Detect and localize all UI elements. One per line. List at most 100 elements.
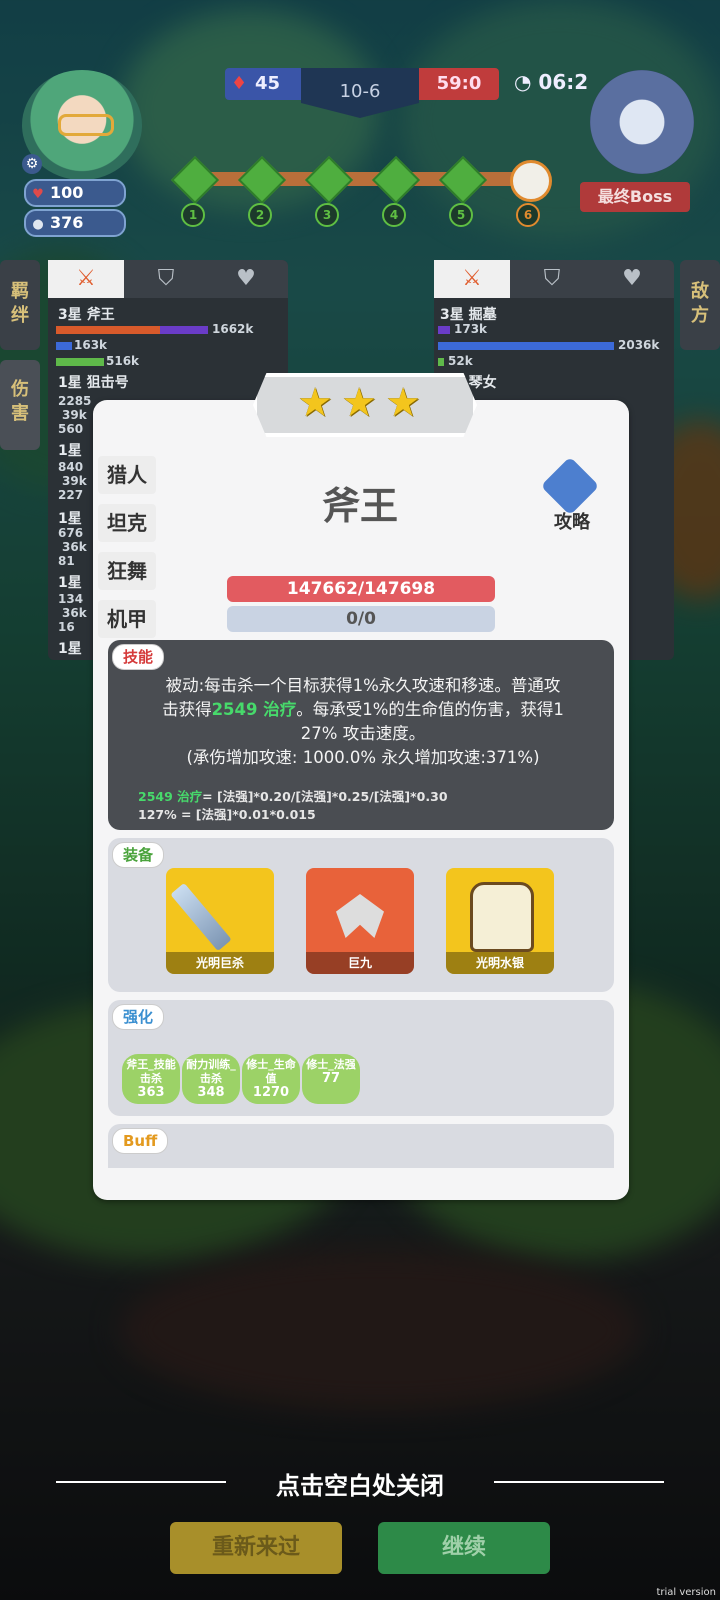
hero-name: 斧王 bbox=[321, 484, 398, 528]
timer-value: 06:2 bbox=[538, 70, 589, 94]
damage-value: 2036k bbox=[618, 338, 660, 352]
damage-value: 39k bbox=[62, 408, 87, 422]
damage-tab-icon[interactable]: ⚔ bbox=[48, 260, 124, 298]
kills-counter: ♦ 45 bbox=[225, 68, 301, 100]
enhance-section: 强化 斧王_技能击杀 363 耐力训练_击杀 348 修士_生命值 1270 修… bbox=[108, 1000, 614, 1116]
star-icon: ★ bbox=[341, 380, 377, 426]
boss-node-icon bbox=[510, 160, 552, 202]
row-name: 1星 bbox=[58, 511, 82, 527]
enhance-value: 77 bbox=[321, 1071, 341, 1086]
damage-value: 134 bbox=[58, 592, 84, 606]
tab-damage[interactable]: 伤害 bbox=[0, 360, 40, 450]
axe-icon bbox=[336, 894, 384, 938]
skill-line: (承伤增加攻速: 1000.0% 永久增加攻速:371%) bbox=[186, 748, 540, 767]
clock-icon: ◔ bbox=[514, 70, 532, 94]
star-icon: ★ bbox=[385, 380, 421, 426]
mp-bar: 0/0 bbox=[227, 606, 495, 632]
score-label: 59:0 bbox=[419, 68, 499, 100]
row-name: 1星 bbox=[58, 575, 82, 591]
damage-bar bbox=[438, 358, 444, 366]
glasses-icon bbox=[58, 114, 114, 136]
damage-value: 52k bbox=[448, 354, 473, 368]
damage-value: 840 bbox=[58, 460, 84, 474]
row-name: 1星 狙击号 bbox=[58, 375, 129, 391]
heal-amount: 2549 治疗 bbox=[211, 700, 297, 719]
row-name: 3星 斧王 bbox=[58, 307, 115, 323]
skill-line: 27% 攻击速度。 bbox=[300, 724, 426, 743]
damage-value: 81 bbox=[58, 554, 75, 568]
node-label: 6 bbox=[516, 203, 540, 227]
skill-text-part: 击获得 bbox=[162, 700, 212, 719]
damage-value: 227 bbox=[58, 488, 84, 502]
panel-tabs: ⚔ ⛉ ♥ bbox=[48, 260, 288, 298]
enhance-value: 1270 bbox=[252, 1085, 290, 1100]
skill-section: 技能 被动:每击杀一个目标获得1%永久攻速和移速。普通攻 击获得2549 治疗。… bbox=[108, 640, 614, 830]
enhance-item[interactable]: 耐力训练_击杀 348 bbox=[182, 1054, 240, 1104]
graduation-cap-icon bbox=[540, 456, 600, 516]
buff-section: Buff bbox=[108, 1124, 614, 1168]
guide-button[interactable]: 攻略 bbox=[538, 456, 606, 534]
enhance-name: 修士_法强 bbox=[306, 1058, 356, 1071]
equipment-tag: 装备 bbox=[112, 842, 165, 868]
flame-icon: ♦ bbox=[231, 73, 248, 94]
damage-value: 39k bbox=[62, 474, 87, 488]
enhance-item[interactable]: 斧王_技能击杀 363 bbox=[122, 1054, 180, 1104]
class-tag: 狂舞 bbox=[98, 552, 156, 590]
formula-text: = [法强]*0.20/[法强]*0.25/[法强]*0.30 bbox=[202, 789, 448, 804]
battle-timer: ◔ 06:2 bbox=[514, 70, 588, 94]
damage-value: 516k bbox=[106, 354, 140, 368]
player-hp-pill: ♥ 100 bbox=[24, 179, 126, 207]
skill-tag: 技能 bbox=[112, 644, 165, 670]
enhance-item[interactable]: 修士_法强 77 bbox=[302, 1054, 360, 1104]
node-label: 1 bbox=[181, 203, 205, 227]
settings-icon[interactable]: ⚙ bbox=[22, 154, 42, 174]
damage-value: 1662k bbox=[212, 322, 254, 336]
row-name: 3星 掘墓 bbox=[440, 307, 497, 323]
class-tag: 机甲 bbox=[98, 600, 156, 638]
enhance-value: 363 bbox=[137, 1085, 165, 1100]
node-label: 5 bbox=[449, 203, 473, 227]
damage-value: 173k bbox=[454, 322, 488, 336]
equipment-name: 巨九 bbox=[306, 952, 414, 974]
heart-icon[interactable]: ♥ bbox=[594, 260, 670, 298]
formula-line: 127% = [法强]*0.01*0.015 bbox=[138, 807, 316, 822]
damage-value: 676 bbox=[58, 526, 84, 540]
shield-icon[interactable]: ⛉ bbox=[514, 260, 590, 298]
boss-label: 最终Boss bbox=[580, 182, 690, 212]
player-hp: 100 bbox=[50, 183, 84, 202]
heart-icon: ♥ bbox=[32, 187, 44, 202]
formula-heal: 2549 治疗 bbox=[138, 789, 203, 804]
damage-tab-icon[interactable]: ⚔ bbox=[434, 260, 510, 298]
equipment-slot[interactable]: 光明巨杀 bbox=[166, 868, 274, 974]
shield-icon[interactable]: ⛉ bbox=[128, 260, 204, 298]
enhance-item[interactable]: 修士_生命值 1270 bbox=[242, 1054, 300, 1104]
coin-icon: ● bbox=[32, 217, 44, 232]
tab-damage-label: 伤害 bbox=[11, 379, 29, 424]
player-coins-pill: ● 376 bbox=[24, 209, 126, 237]
boss-avatar[interactable] bbox=[590, 70, 694, 174]
skill-text-part: 。每承受1%的生命值的伤害，获得1 bbox=[296, 700, 564, 719]
enhance-name: 斧王_技能击杀 bbox=[126, 1058, 176, 1085]
damage-value: 36k bbox=[62, 606, 87, 620]
sword-icon bbox=[170, 882, 232, 952]
equipment-section: 装备 光明巨杀 巨九 光明水银 bbox=[108, 838, 614, 992]
armor-icon bbox=[470, 882, 534, 952]
star-icon: ★ bbox=[297, 380, 333, 426]
battle-status-bar: ♦ 45 10-6 59:0 bbox=[225, 68, 499, 118]
damage-bar bbox=[438, 342, 614, 350]
continue-button[interactable]: 继续 bbox=[378, 1522, 550, 1574]
class-tag: 猎人 bbox=[98, 456, 156, 494]
close-hint[interactable]: 点击空白处关闭 bbox=[0, 1466, 720, 1501]
damage-bar bbox=[56, 326, 160, 334]
equipment-slot[interactable]: 巨九 bbox=[306, 868, 414, 974]
tab-enemy[interactable]: 敌方 bbox=[680, 260, 720, 350]
damage-value: 560 bbox=[58, 422, 84, 436]
equipment-name: 光明巨杀 bbox=[166, 952, 274, 974]
heart-icon[interactable]: ♥ bbox=[208, 260, 284, 298]
tab-bonds-label: 羁绊 bbox=[11, 281, 29, 326]
tab-enemy-label: 敌方 bbox=[691, 281, 709, 326]
tab-bonds[interactable]: 羁绊 bbox=[0, 260, 40, 350]
damage-value: 2285 bbox=[58, 394, 92, 408]
restart-button[interactable]: 重新来过 bbox=[170, 1522, 342, 1574]
equipment-slot[interactable]: 光明水银 bbox=[446, 868, 554, 974]
